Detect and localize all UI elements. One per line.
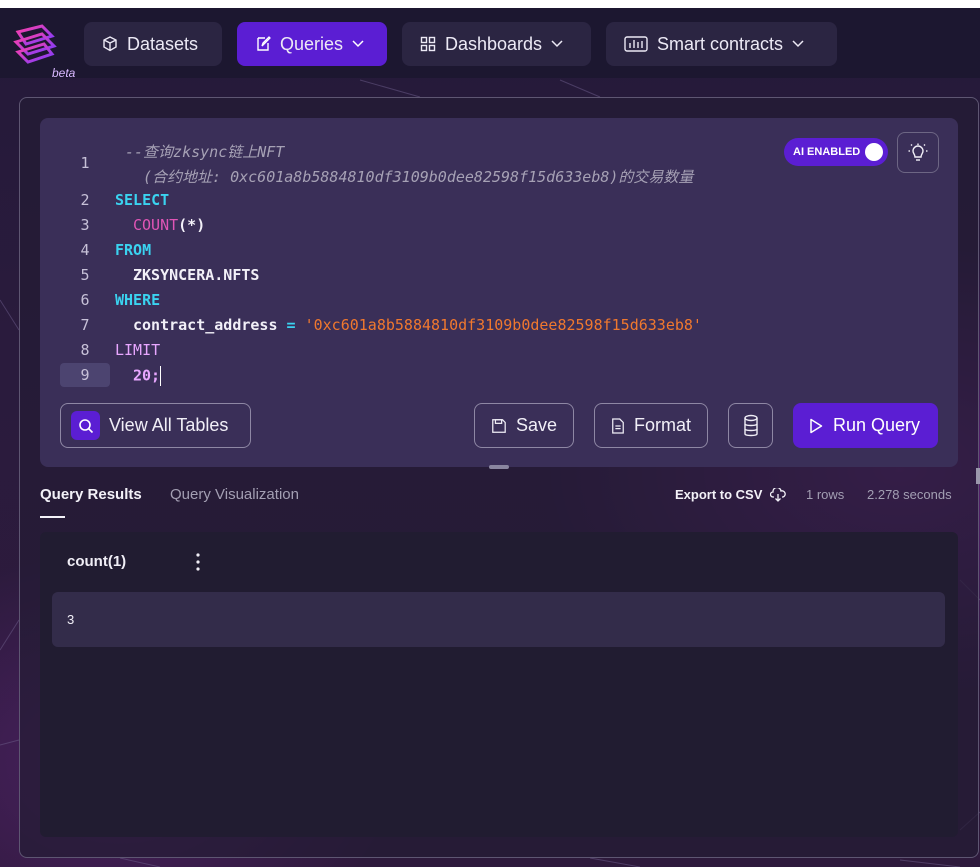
row-count: 1 rows: [806, 487, 845, 502]
table-cell: 3: [67, 612, 75, 627]
top-strip: [0, 0, 980, 8]
database-button[interactable]: [728, 403, 773, 448]
sql-column: contract_address: [133, 316, 278, 334]
beta-badge: beta: [52, 66, 76, 80]
format-button[interactable]: Format: [594, 403, 708, 448]
lightbulb-icon: [908, 143, 928, 161]
toggle-knob: [865, 143, 883, 161]
text-caret: [160, 366, 162, 386]
chevron-down-icon: [551, 40, 563, 48]
query-duration: 2.278 seconds: [867, 487, 952, 502]
active-tab-indicator: [40, 516, 65, 518]
table-row: [52, 592, 945, 647]
line-number: 7: [80, 316, 90, 334]
nav-datasets-label: Datasets: [127, 33, 199, 54]
code-line: 20;: [133, 366, 162, 386]
sql-keyword: SELECT: [115, 191, 170, 209]
resize-handle[interactable]: [489, 465, 509, 469]
sql-args: (*): [178, 216, 206, 234]
chevron-down-icon: [352, 40, 364, 48]
save-label: Save: [515, 415, 557, 435]
line-number: 1: [80, 154, 90, 172]
code-comment-line: --查询zksync链上NFT: [125, 141, 284, 162]
nav-queries-label: Queries: [280, 33, 344, 54]
logo-icon: [13, 24, 57, 64]
cloud-download-icon: [770, 487, 787, 502]
code-line: WHERE: [115, 291, 160, 309]
nav-smart-contracts-label: Smart contracts: [657, 33, 784, 54]
line-number: 5: [80, 266, 90, 284]
nav-dashboards[interactable]: Dashboards: [402, 22, 591, 66]
view-all-tables-button[interactable]: View All Tables: [60, 403, 251, 448]
sql-table-name: ZKSYNCERA.NFTS: [133, 266, 260, 284]
tab-query-results[interactable]: Query Results: [40, 486, 142, 503]
ai-enabled-toggle[interactable]: AI ENABLED: [784, 138, 888, 166]
code-line: SELECT: [115, 191, 169, 209]
line-number: 4: [80, 241, 90, 259]
document-icon: [612, 417, 624, 434]
nav-queries[interactable]: Queries: [237, 22, 387, 66]
current-line-number: 9: [60, 363, 110, 387]
search-icon: [78, 418, 93, 433]
chevron-down-icon: [792, 40, 804, 48]
nav-dashboards-label: Dashboards: [445, 33, 543, 54]
cube-icon: [103, 36, 117, 52]
play-icon: [810, 418, 823, 433]
run-query-button[interactable]: Run Query: [793, 403, 938, 448]
export-csv-label: Export to CSV: [675, 487, 763, 502]
ai-toggle-label: AI ENABLED: [793, 146, 861, 158]
line-number: 8: [80, 341, 90, 359]
results-table: [40, 532, 958, 837]
sql-comment: --查询zksync链上NFT: [125, 143, 285, 161]
save-icon: [492, 418, 506, 433]
tab-query-visualization[interactable]: Query Visualization: [170, 486, 299, 503]
scrollbar-thumb[interactable]: [976, 468, 980, 484]
sql-operator: =: [286, 316, 296, 334]
format-label: Format: [633, 415, 691, 435]
app-logo[interactable]: beta: [12, 22, 75, 80]
sql-function: COUNT: [133, 216, 179, 234]
line-number: 6: [80, 291, 90, 309]
code-line: FROM: [115, 241, 151, 259]
search-icon-box: [71, 411, 100, 440]
edit-icon: [257, 36, 271, 51]
suggestion-button[interactable]: [897, 132, 939, 173]
top-navigation: beta Datasets Queries Dashboards Smart c…: [0, 8, 980, 80]
code-line: COUNT(*): [133, 216, 205, 234]
line-number: 2: [80, 191, 90, 209]
column-header[interactable]: count(1): [67, 553, 126, 570]
sql-keyword: WHERE: [115, 291, 161, 309]
code-line: contract_address = '0xc601a8b5884810df31…: [133, 316, 702, 334]
code-comment-line: (合约地址: 0xc601a8b5884810df3109b0dee82598f…: [143, 166, 693, 187]
nav-datasets[interactable]: Datasets: [84, 22, 222, 66]
sql-number: 20;: [133, 366, 161, 385]
sql-comment: (合约地址: 0xc601a8b5884810df3109b0dee82598f…: [143, 168, 694, 186]
run-query-label: Run Query: [833, 415, 921, 435]
sql-string: '0xc601a8b5884810df3109b0dee82598f15d633…: [304, 316, 702, 334]
export-csv-button[interactable]: Export to CSV: [675, 487, 787, 502]
column-menu-icon[interactable]: [190, 551, 206, 573]
bar-chart-icon: [624, 36, 648, 52]
code-line: LIMIT: [115, 341, 160, 359]
line-number: 3: [80, 216, 90, 234]
code-line: ZKSYNCERA.NFTS: [133, 266, 259, 284]
grid-icon: [420, 36, 436, 52]
sql-keyword: LIMIT: [115, 341, 161, 359]
view-all-tables-label: View All Tables: [109, 415, 229, 435]
sql-keyword: FROM: [115, 241, 152, 259]
database-icon: [743, 414, 758, 436]
nav-smart-contracts[interactable]: Smart contracts: [606, 22, 837, 66]
save-button[interactable]: Save: [474, 403, 574, 448]
